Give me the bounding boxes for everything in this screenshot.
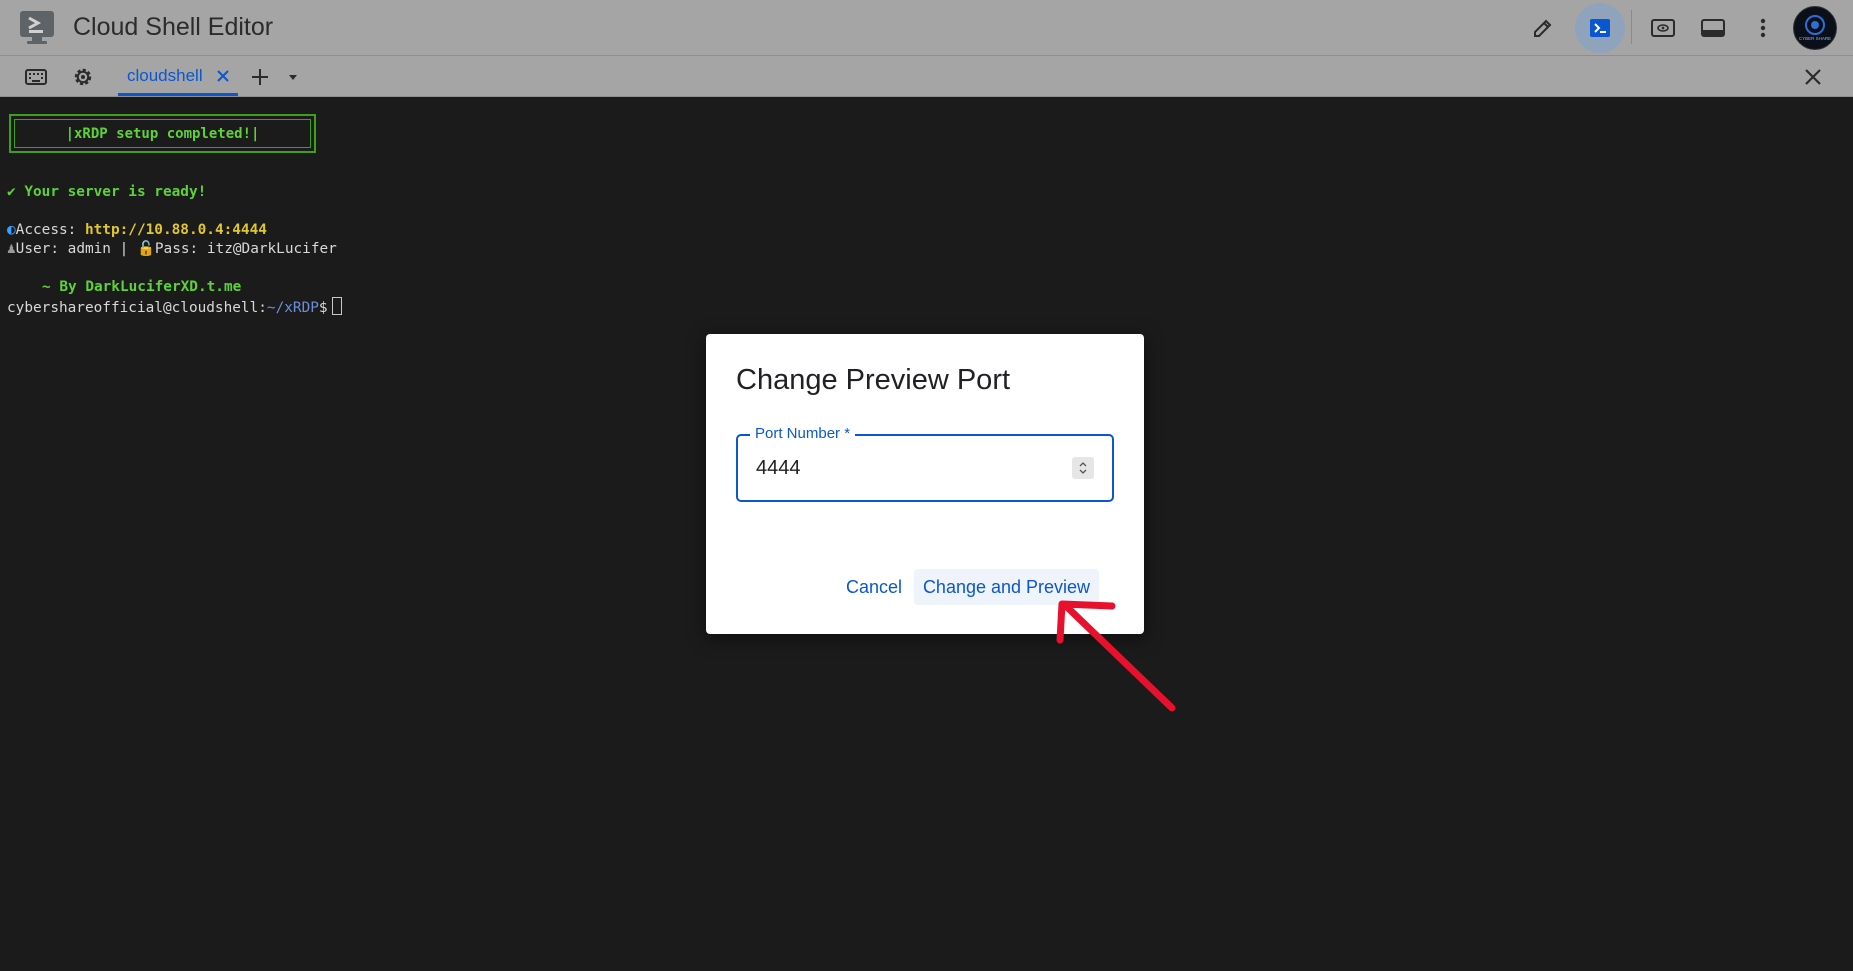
access-line: ◐Access: http://10.88.0.4:4444 bbox=[7, 221, 267, 240]
number-spinner[interactable] bbox=[1072, 457, 1094, 479]
gear-icon[interactable] bbox=[70, 64, 96, 90]
cloud-shell-terminal-icon bbox=[18, 8, 58, 48]
close-icon[interactable] bbox=[1800, 64, 1826, 90]
change-preview-port-dialog: Change Preview Port Port Number * Cancel… bbox=[706, 334, 1144, 634]
globe-icon: ◐ bbox=[7, 222, 16, 238]
toolbar-divider bbox=[1631, 10, 1632, 44]
banner-text: |xRDP setup completed!| bbox=[14, 119, 311, 148]
access-url[interactable]: http://10.88.0.4:4444 bbox=[85, 222, 267, 238]
cancel-button[interactable]: Cancel bbox=[827, 569, 921, 605]
annotation-arrow-icon bbox=[1056, 600, 1176, 712]
web-preview-icon[interactable] bbox=[1643, 8, 1683, 48]
tab-bar: cloudshell bbox=[0, 56, 1853, 97]
panel-icon[interactable] bbox=[1693, 8, 1733, 48]
port-number-label: Port Number * bbox=[750, 425, 856, 442]
terminal-cursor bbox=[331, 297, 342, 315]
ready-line: ✔ Your server is ready! bbox=[7, 184, 207, 200]
prompt-line[interactable]: cybershareofficial@cloudshell:~/xRDP$ bbox=[7, 297, 342, 318]
prompt-suffix: $ bbox=[318, 300, 328, 316]
app-bar: Cloud Shell Editor CYBER SHARE bbox=[0, 0, 1853, 56]
user-icon: ♟ bbox=[7, 241, 16, 257]
terminal-icon[interactable] bbox=[1575, 3, 1625, 53]
keyboard-icon[interactable] bbox=[23, 64, 49, 90]
pass-text: Pass: itz@DarkLucifer bbox=[154, 241, 337, 257]
user-text: User: admin | bbox=[15, 241, 137, 257]
plus-icon[interactable] bbox=[247, 64, 273, 90]
credit-line: ~ By DarkLuciferXD.t.me bbox=[42, 279, 242, 295]
port-number-input[interactable] bbox=[756, 457, 1056, 480]
lock-icon: 🔓 bbox=[136, 241, 155, 257]
prompt-user: cybershareofficial@cloudshell: bbox=[7, 300, 267, 316]
tab-cloudshell[interactable]: cloudshell bbox=[118, 56, 238, 96]
banner-box: |xRDP setup completed!| bbox=[9, 114, 316, 153]
port-number-field[interactable]: Port Number * bbox=[736, 425, 1114, 502]
dialog-title: Change Preview Port bbox=[736, 364, 1011, 396]
pencil-icon[interactable] bbox=[1523, 8, 1563, 48]
close-tab-icon[interactable] bbox=[212, 65, 234, 87]
avatar-text: CYBER SHARE bbox=[1799, 36, 1831, 41]
avatar[interactable]: CYBER SHARE bbox=[1793, 6, 1837, 50]
more-vert-icon[interactable] bbox=[1743, 8, 1783, 48]
caret-down-icon[interactable] bbox=[280, 64, 306, 90]
credentials-line: ♟User: admin | 🔓Pass: itz@DarkLucifer bbox=[7, 240, 337, 259]
access-prefix: Access: bbox=[15, 222, 85, 238]
prompt-path: ~/xRDP bbox=[266, 300, 319, 316]
app-title: Cloud Shell Editor bbox=[73, 13, 274, 41]
tab-label: cloudshell bbox=[127, 66, 203, 85]
